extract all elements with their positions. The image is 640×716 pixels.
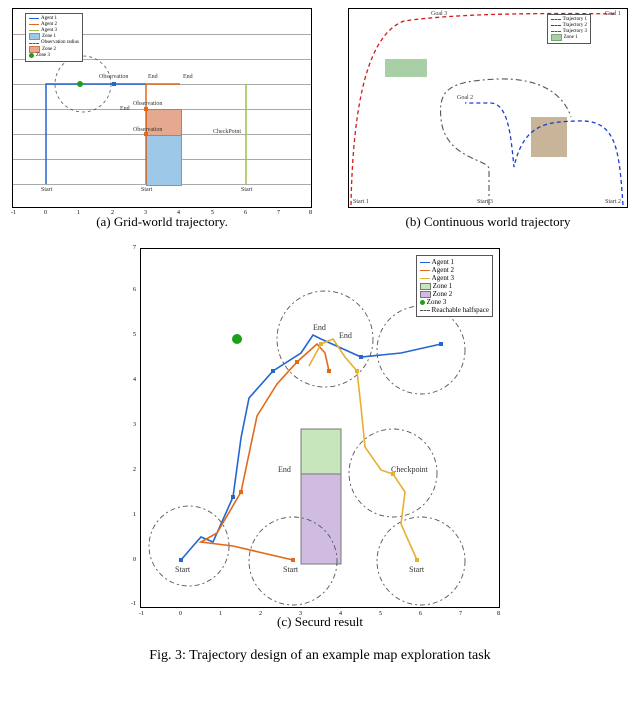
label-obs: Observation: [133, 127, 162, 133]
tick: -1: [139, 611, 144, 617]
zone-1-rect: [146, 134, 182, 186]
caption-c: (c) Securd result: [277, 614, 363, 630]
tick: 8: [497, 611, 500, 617]
panel-a: Start Start Start Observation Observatio…: [12, 8, 312, 230]
tick: 2: [133, 467, 136, 473]
label-checkpoint: CheckPoint: [213, 129, 241, 135]
label-start: Start: [283, 565, 298, 574]
tick: 1: [133, 512, 136, 518]
tick: 2: [111, 210, 114, 216]
label-end: End: [313, 323, 326, 332]
label-end: End: [339, 331, 352, 340]
label-start: Start: [141, 187, 152, 193]
label-start3: Start 3: [477, 199, 493, 205]
tick: 1: [219, 611, 222, 617]
tick: 5: [211, 210, 214, 216]
caption-a: (a) Grid-world trajectory.: [96, 214, 228, 230]
plot-a-legend: Agent 1 Agent 2 Agent 3 Zone 1 Observati…: [25, 13, 83, 62]
label-obs: Observation: [99, 74, 128, 80]
tick: 7: [277, 210, 280, 216]
tick: 3: [299, 611, 302, 617]
tick: 1: [77, 210, 80, 216]
tick: 4: [133, 377, 136, 383]
tick: 0: [133, 557, 136, 563]
tick: 6: [133, 287, 136, 293]
label-goal1: Goal 1: [605, 11, 621, 17]
tick: 2: [259, 611, 262, 617]
label-start: Start: [241, 187, 252, 193]
tick: 3: [144, 210, 147, 216]
label-start1: Start 1: [353, 199, 369, 205]
label-end: End: [278, 465, 291, 474]
tick: 4: [339, 611, 342, 617]
tick: 5: [379, 611, 382, 617]
tick: 0: [179, 611, 182, 617]
caption-b: (b) Continuous world trajectory: [406, 214, 571, 230]
label-start: Start: [409, 565, 424, 574]
label-obs: Observation: [133, 101, 162, 107]
plot-b-legend: Trajectory 1 Trajectory 2 Trajectory 3 Z…: [547, 14, 591, 44]
tick: 4: [177, 210, 180, 216]
label-end: End: [120, 106, 130, 112]
tick: 8: [309, 210, 312, 216]
label-end: End: [148, 74, 158, 80]
tick: 0: [44, 210, 47, 216]
label-start2: Start 2: [605, 199, 621, 205]
plot-c-legend: Agent 1 Agent 2 Agent 3 Zone 1 Zone 2 Zo…: [416, 255, 493, 317]
label-goal2: Goal 2: [457, 95, 473, 101]
panel-c: Start Start Start End End End Checkpoint…: [140, 248, 500, 630]
plot-b-frame: Start 1 Start 2 Start 3 Goal 1 Goal 2 Go…: [348, 8, 628, 208]
label-checkpoint: Checkpoint: [391, 465, 428, 474]
tick: 6: [244, 210, 247, 216]
tick: -1: [131, 601, 136, 607]
label-end: End: [183, 74, 193, 80]
tick: 6: [419, 611, 422, 617]
label-start: Start: [175, 565, 190, 574]
tick: 7: [133, 245, 136, 251]
figure-caption: Fig. 3: Trajectory design of an example …: [12, 648, 628, 668]
plot-a-frame: Start Start Start Observation Observatio…: [12, 8, 312, 208]
figure-3: Start Start Start Observation Observatio…: [0, 0, 640, 668]
tick: -1: [11, 210, 16, 216]
tick: 3: [133, 422, 136, 428]
label-start: Start: [41, 187, 52, 193]
label-goal3: Goal 3: [431, 11, 447, 17]
panel-b: Start 1 Start 2 Start 3 Goal 1 Goal 2 Go…: [348, 8, 628, 230]
tick: 7: [459, 611, 462, 617]
top-row: Start Start Start Observation Observatio…: [12, 8, 628, 230]
plot-c-frame: Start Start Start End End End Checkpoint…: [140, 248, 500, 608]
tick: 5: [133, 332, 136, 338]
